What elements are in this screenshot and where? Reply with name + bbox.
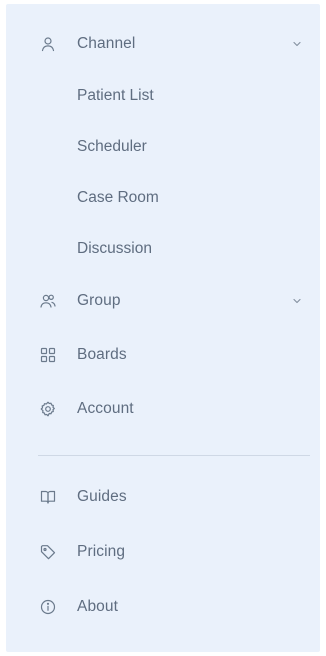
divider — [38, 455, 310, 456]
book-open-icon — [40, 489, 56, 505]
user-icon — [40, 36, 56, 52]
gear-icon — [40, 401, 56, 417]
nav-item-label: Group — [77, 292, 121, 309]
chevron-down-icon[interactable] — [291, 38, 303, 50]
sub-item-label: Scheduler — [77, 138, 147, 155]
sub-item-discussion[interactable]: Discussion — [6, 229, 320, 269]
sub-item-scheduler[interactable]: Scheduler — [6, 127, 320, 167]
nav-item-label: Pricing — [77, 543, 126, 560]
nav-item-label: About — [77, 598, 119, 615]
sub-item-patient-list[interactable]: Patient List — [6, 76, 320, 116]
nav-item-label: Account — [77, 400, 134, 417]
nav-item-label: Channel — [77, 35, 136, 52]
nav-item-label: Guides — [77, 488, 127, 505]
sub-item-label: Patient List — [77, 87, 154, 104]
grid-icon — [40, 347, 56, 363]
info-icon — [40, 599, 56, 615]
nav-item-about[interactable]: About — [6, 587, 320, 627]
chevron-down-icon[interactable] — [291, 295, 303, 307]
nav-item-channel[interactable]: Channel — [6, 24, 320, 64]
sub-item-label: Discussion — [77, 240, 152, 257]
nav-item-account[interactable]: Account — [6, 389, 320, 429]
nav-item-label: Boards — [77, 346, 127, 363]
nav-item-guides[interactable]: Guides — [6, 477, 320, 517]
sub-item-label: Case Room — [77, 189, 159, 206]
nav-item-pricing[interactable]: Pricing — [6, 532, 320, 572]
sub-item-case-room[interactable]: Case Room — [6, 178, 320, 218]
nav-item-boards[interactable]: Boards — [6, 335, 320, 375]
nav-item-group[interactable]: Group — [6, 281, 320, 321]
tag-icon — [40, 544, 56, 560]
sidebar-nav: Channel Patient List Scheduler Case Room… — [6, 4, 320, 652]
users-icon — [40, 293, 56, 309]
